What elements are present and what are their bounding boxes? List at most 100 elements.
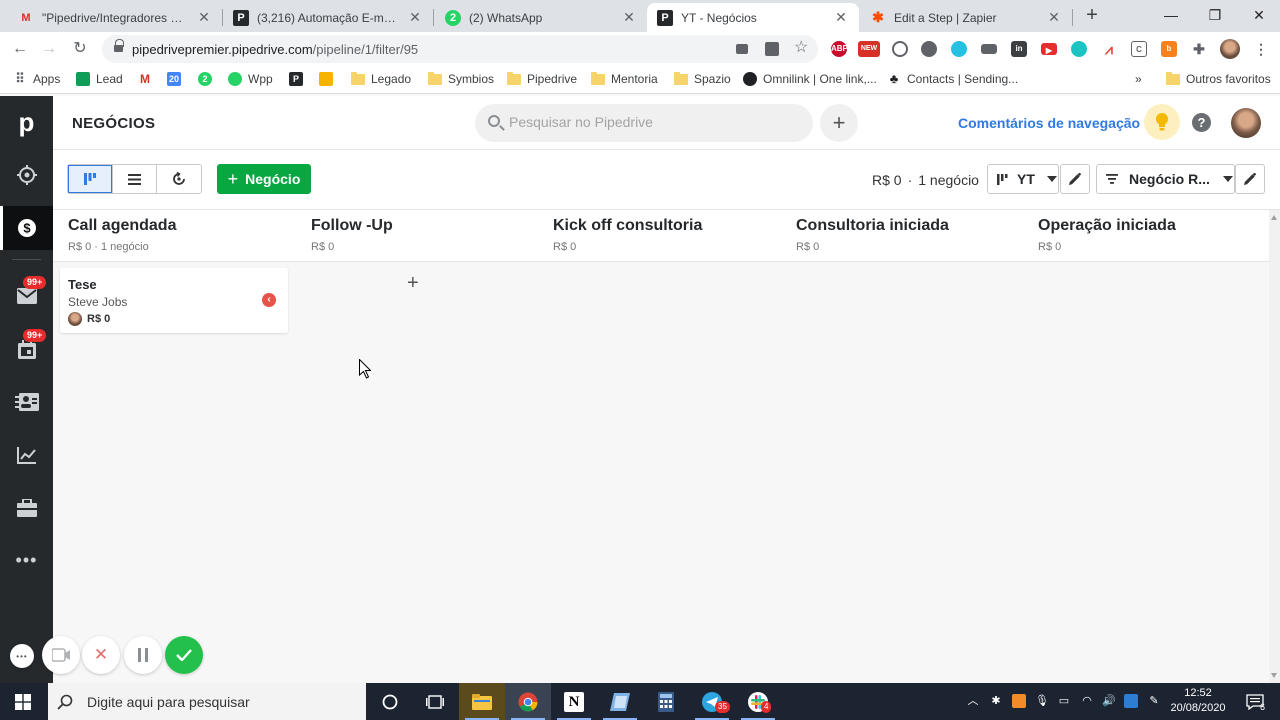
cortana-button[interactable] <box>367 683 413 720</box>
tray-app-icon[interactable] <box>1012 694 1026 708</box>
tab-gmail[interactable]: M "Pipedrive/Integradores Pipedr ✕ <box>8 3 222 32</box>
translate-icon[interactable] <box>765 42 779 56</box>
bookmark-whatsapp[interactable]: 2 <box>198 72 218 86</box>
bookmark-omnilink[interactable]: Omnilink | One link,... <box>743 72 877 86</box>
reload-button[interactable]: ↻ <box>69 38 91 60</box>
taskbar-chrome[interactable] <box>505 683 551 720</box>
arrow-icon[interactable]: ⩘ <box>1101 41 1117 57</box>
pipeline-view-button[interactable] <box>68 165 113 193</box>
pipeline-selector[interactable]: YT <box>987 164 1059 194</box>
sidebar-item-mail[interactable]: 99+ <box>0 274 53 318</box>
sync-icon[interactable] <box>892 41 908 57</box>
sidebar-item-deals[interactable]: $ <box>0 206 53 250</box>
recorder-finish-button[interactable] <box>165 636 203 674</box>
close-icon[interactable]: ✕ <box>833 9 849 26</box>
sidebar-item-activities[interactable]: 99+ <box>0 327 53 371</box>
wifi-icon[interactable]: ◠ <box>1080 694 1094 708</box>
taskbar-calculator[interactable] <box>643 683 689 720</box>
user-avatar[interactable] <box>1231 108 1261 138</box>
bookmark-lead[interactable]: Lead <box>76 72 123 86</box>
help-icon[interactable]: ? <box>1192 113 1211 132</box>
recorder-pause-button[interactable] <box>124 636 162 674</box>
board-scrollbar[interactable] <box>1269 210 1280 683</box>
tab-whatsapp[interactable]: 2 (2) WhatsApp ✕ <box>435 3 647 32</box>
tray-overflow-icon[interactable]: ︿ <box>966 694 980 708</box>
bookmark-pipedrive-app[interactable]: P <box>289 72 309 86</box>
bookmark-folder-spazio[interactable]: Spazio <box>674 71 731 86</box>
profile-icon[interactable] <box>1220 39 1240 59</box>
battery-icon[interactable]: ▭ <box>1057 694 1071 708</box>
navigation-feedback-link[interactable]: Comentários de navegação <box>958 115 1140 131</box>
task-view-button[interactable] <box>412 683 458 720</box>
bookmark-apps[interactable]: ⠿ Apps <box>13 72 60 87</box>
b-icon[interactable]: b <box>1161 41 1177 57</box>
bookmark-contacts[interactable]: ♣ Contacts | Sending... <box>887 72 1018 87</box>
bookmark-folder-pipedrive[interactable]: Pipedrive <box>507 71 577 86</box>
tab-zapier[interactable]: ✱ Edit a Step | Zapier ✕ <box>860 3 1072 32</box>
taskbar-clock[interactable]: 12:52 20/08/2020 <box>1168 686 1228 716</box>
forward-button[interactable]: → <box>38 38 60 60</box>
minimize-button[interactable]: — <box>1148 0 1194 30</box>
new-badge-icon[interactable]: NEW <box>858 41 880 57</box>
add-deal-button[interactable]: + Negócio <box>217 164 311 194</box>
linkedin-icon[interactable]: in <box>1011 41 1027 57</box>
overdue-activity-icon[interactable]: ‹ <box>262 293 276 307</box>
start-button[interactable] <box>0 683 46 720</box>
bookmark-slides[interactable] <box>319 72 339 86</box>
tray-slack-icon[interactable]: ✱ <box>989 694 1003 708</box>
taskbar-telegram[interactable]: 35 <box>689 683 735 720</box>
circle-icon[interactable] <box>921 41 937 57</box>
deal-card[interactable]: Tese Steve Jobs R$ 0 ‹ <box>60 268 288 333</box>
bookmark-folder-symbios[interactable]: Symbios <box>428 71 494 86</box>
sidebar-item-products[interactable] <box>0 486 53 530</box>
pen-icon[interactable]: ✎ <box>1147 694 1161 708</box>
loop-icon[interactable] <box>951 41 967 57</box>
close-icon[interactable]: ✕ <box>196 9 212 26</box>
bookmark-gmail[interactable]: M <box>138 72 158 86</box>
star-icon[interactable]: ☆ <box>794 40 808 56</box>
quick-add-button[interactable]: + <box>820 104 858 142</box>
new-tab-button[interactable]: + <box>1082 5 1102 25</box>
camera-icon[interactable] <box>736 44 748 54</box>
taskbar-search-box[interactable]: Digite aqui para pesquisar <box>48 683 366 720</box>
bookmark-other-favorites[interactable]: Outros favoritos <box>1166 71 1271 86</box>
menu-icon[interactable]: ⋮ <box>1253 41 1269 57</box>
puzzle-icon[interactable]: ✚ <box>1191 41 1207 57</box>
forecast-view-button[interactable] <box>157 165 201 193</box>
abp-icon[interactable]: ABP <box>831 41 848 57</box>
back-button[interactable]: ← <box>9 38 31 60</box>
close-icon[interactable]: ✕ <box>621 9 637 26</box>
sidebar-item-insights[interactable] <box>0 433 53 477</box>
recorder-menu-button[interactable]: ••• <box>10 644 34 668</box>
search-box[interactable] <box>475 104 813 142</box>
bookmarks-overflow-button[interactable]: » <box>1135 72 1142 86</box>
gamepad-icon[interactable] <box>981 44 997 54</box>
tray-cloud-icon[interactable] <box>1124 694 1138 708</box>
list-view-button[interactable] <box>113 165 158 193</box>
scroll-down-icon[interactable] <box>1271 673 1277 678</box>
recorder-camera-button[interactable] <box>42 636 80 674</box>
search-input[interactable] <box>509 114 799 130</box>
volume-icon[interactable]: 🔊 <box>1102 694 1116 708</box>
edit-filter-button[interactable] <box>1235 164 1265 194</box>
youtube-icon[interactable]: ▶ <box>1041 43 1057 55</box>
window-close-button[interactable]: ✕ <box>1236 0 1280 30</box>
close-icon[interactable]: ✕ <box>1046 9 1062 26</box>
address-bar[interactable]: pipedrivepremier.pipedrive.com/pipeline/… <box>102 35 818 63</box>
bookmark-wpp[interactable]: Wpp <box>228 72 273 86</box>
taskbar-file-explorer[interactable] <box>459 683 505 720</box>
sidebar-item-more[interactable]: ••• <box>0 538 53 582</box>
bookmark-folder-mentoria[interactable]: Mentoria <box>591 71 658 86</box>
pipedrive-logo[interactable]: p <box>0 99 53 145</box>
restore-button[interactable]: ❐ <box>1192 0 1238 30</box>
taskbar-notion[interactable]: N <box>551 683 597 720</box>
close-icon[interactable]: ✕ <box>407 9 423 26</box>
c-icon[interactable]: C <box>1131 41 1147 57</box>
taskbar-editor[interactable] <box>597 683 643 720</box>
bookmark-folder-legado[interactable]: Legado <box>351 71 411 86</box>
edit-pipeline-button[interactable] <box>1060 164 1090 194</box>
notification-center-button[interactable]: 6 <box>1232 683 1278 720</box>
taskbar-slack[interactable]: 4 <box>735 683 781 720</box>
tips-button[interactable] <box>1144 104 1180 140</box>
recorder-cancel-button[interactable]: ✕ <box>82 636 120 674</box>
